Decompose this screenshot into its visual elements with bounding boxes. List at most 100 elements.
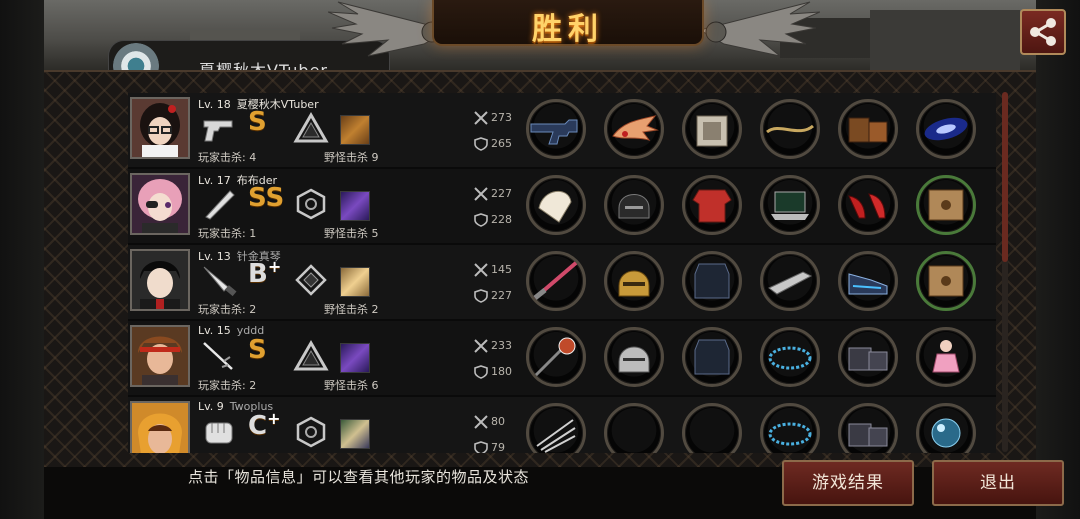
title-plate: 胜利 — [432, 0, 704, 47]
crossed-swords-icon — [474, 187, 488, 201]
knife-icon — [203, 266, 237, 297]
red-jacket-item[interactable] — [682, 175, 742, 235]
player-kills: 玩家击杀: 2 — [198, 379, 257, 392]
player-kills: 玩家击杀: 4 — [198, 151, 257, 164]
victory-title: 胜利 — [532, 12, 604, 47]
skill-icon[interactable] — [340, 191, 370, 221]
player-level: Lv. 18 — [198, 98, 231, 111]
item-info-hint: 点击「物品信息」可以查看其他玩家的物品及状态 — [188, 468, 530, 486]
triangle-emblem-icon — [293, 111, 329, 143]
attack-stat: 273 — [474, 111, 512, 125]
rank-badge: C+ — [248, 409, 281, 441]
gold-helmet-item[interactable] — [604, 251, 664, 311]
player-avatar[interactable] — [130, 325, 190, 387]
empty-slot[interactable] — [682, 403, 742, 453]
defense-stat: 227 — [474, 289, 512, 303]
skill-icon[interactable] — [340, 343, 370, 373]
supply-crate-item[interactable] — [916, 251, 976, 311]
skill-icon[interactable] — [340, 115, 370, 145]
shield-icon — [474, 441, 488, 453]
iron-helmet-item[interactable] — [604, 175, 664, 235]
bat-icon — [205, 190, 235, 220]
sneakers-item[interactable] — [838, 251, 898, 311]
pistol-icon — [203, 120, 233, 142]
player-kills: 玩家击杀: 2 — [198, 303, 257, 316]
rank-badge: S — [248, 107, 267, 137]
attack-stat: 233 — [474, 339, 512, 353]
tiara-item[interactable] — [604, 99, 664, 159]
triangle-emblem-icon — [293, 339, 329, 371]
attack-stat: 145 — [474, 263, 512, 277]
bead-bracelet-item[interactable] — [760, 327, 820, 387]
doll-item[interactable] — [916, 327, 976, 387]
player-row[interactable]: Lv. 9 Twoplus C+ 80 79 — [128, 397, 996, 453]
hexagon-emblem-icon — [296, 416, 326, 448]
spiked-boots-item[interactable] — [838, 327, 898, 387]
crossed-swords-icon — [474, 339, 488, 353]
player-avatar[interactable] — [130, 249, 190, 311]
katana-item[interactable] — [526, 251, 586, 311]
monster-kills: 野怪击杀 9 — [324, 151, 379, 164]
rapier-icon — [203, 342, 233, 370]
revolver-item[interactable] — [526, 99, 586, 159]
left-edge — [0, 0, 44, 519]
claw-item[interactable] — [526, 403, 586, 453]
hexagon-emblem-icon — [296, 188, 326, 220]
left-wing-ornament-icon — [328, 1, 448, 57]
rank-badge: SS — [248, 183, 285, 213]
knight-helmet-item[interactable] — [604, 327, 664, 387]
exit-button[interactable]: 退出 — [932, 460, 1064, 506]
player-level: Lv. 15 — [198, 324, 231, 337]
crossed-swords-icon — [474, 111, 488, 125]
shield-icon — [474, 137, 488, 151]
rank-badge: B+ — [248, 257, 282, 289]
armor-helmet-item[interactable] — [682, 99, 742, 159]
red-heels-item[interactable] — [838, 175, 898, 235]
mace-item[interactable] — [526, 327, 586, 387]
bead-bracelet-item[interactable] — [760, 403, 820, 453]
shield-icon — [474, 213, 488, 227]
empty-slot[interactable] — [604, 403, 664, 453]
crossed-swords-icon — [474, 415, 488, 429]
armored-boots-item[interactable] — [838, 99, 898, 159]
list-scrollbar[interactable] — [1002, 92, 1008, 452]
player-avatar[interactable] — [130, 173, 190, 235]
laptop-item[interactable] — [760, 175, 820, 235]
diamond-emblem-icon — [295, 264, 327, 296]
cloth-hat-item[interactable] — [526, 175, 586, 235]
galaxy-orb-item[interactable] — [916, 99, 976, 159]
spiked-boots-item[interactable] — [838, 403, 898, 453]
attack-stat: 80 — [474, 415, 505, 429]
crystal-orb-item[interactable] — [916, 403, 976, 453]
share-button[interactable] — [1020, 9, 1066, 55]
defense-stat: 79 — [474, 441, 505, 453]
monster-kills: 野怪击杀 2 — [324, 303, 379, 316]
crossed-swords-icon — [474, 263, 488, 277]
defense-stat: 265 — [474, 137, 512, 151]
shield-icon — [474, 289, 488, 303]
game-result-button[interactable]: 游戏结果 — [782, 460, 914, 506]
spiked-gauntlet-item[interactable] — [760, 251, 820, 311]
skill-icon[interactable] — [340, 267, 370, 297]
share-icon — [1030, 18, 1056, 46]
defense-stat: 228 — [474, 213, 512, 227]
player-list[interactable]: Lv. 18 夏樱秋木VTuber S 玩家击杀: 4 野怪击杀 9 273 26… — [128, 93, 996, 453]
supply-crate-item[interactable] — [916, 175, 976, 235]
tactical-vest-item[interactable] — [682, 327, 742, 387]
player-row[interactable]: Lv. 13 针金真琴 B+ 玩家击杀: 2 野怪击杀 2 145 227 — [128, 245, 996, 321]
right-wing-ornament-icon — [700, 1, 820, 57]
player-row[interactable]: Lv. 18 夏樱秋木VTuber S 玩家击杀: 4 野怪击杀 9 273 26… — [128, 93, 996, 169]
player-avatar[interactable] — [130, 401, 190, 453]
wire-bracelet-item[interactable] — [760, 99, 820, 159]
skill-icon[interactable] — [340, 419, 370, 449]
player-kills: 玩家击杀: 1 — [198, 227, 257, 240]
player-avatar[interactable] — [130, 97, 190, 159]
player-row[interactable]: Lv. 15 yddd S 玩家击杀: 2 野怪击杀 6 233 180 — [128, 321, 996, 397]
right-edge — [1036, 0, 1080, 519]
rank-badge: S — [248, 335, 267, 365]
attack-stat: 227 — [474, 187, 512, 201]
scrollbar-thumb[interactable] — [1002, 92, 1008, 262]
monster-kills: 野怪击杀 5 — [324, 227, 379, 240]
tactical-vest-item[interactable] — [682, 251, 742, 311]
player-row[interactable]: Lv. 17 布布der SS 玩家击杀: 1 野怪击杀 5 227 228 — [128, 169, 996, 245]
